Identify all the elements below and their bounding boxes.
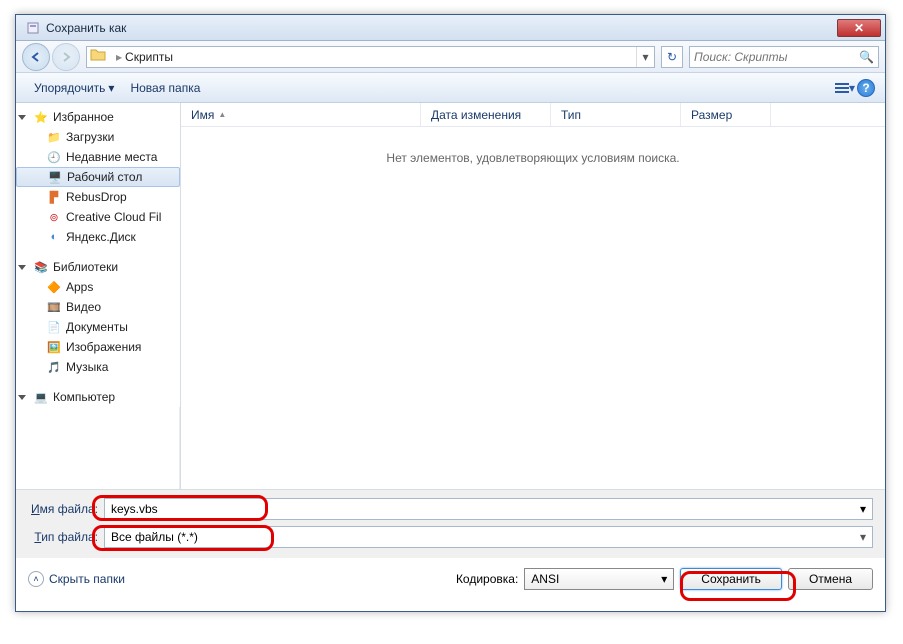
desktop-icon: 🖥️ (47, 169, 63, 185)
filename-label: Имя файла: (28, 502, 98, 516)
app-icon: ▛ (46, 189, 62, 205)
sidebar-item-recent[interactable]: 🕘Недавние места (16, 147, 180, 167)
new-folder-button[interactable]: Новая папка (122, 77, 208, 99)
filename-panel: Имя файла: keys.vbs▾ Тип файла: Все файл… (16, 489, 885, 558)
file-list-area: Имя▲ Дата изменения Тип Размер Нет элеме… (181, 103, 885, 489)
toolbar: Упорядочить▾ Новая папка ▾ ? (16, 73, 885, 103)
close-button[interactable]: ✕ (837, 19, 881, 37)
documents-icon: 📄 (46, 319, 62, 335)
cancel-button[interactable]: Отмена (788, 568, 873, 590)
sidebar-item-music[interactable]: 🎵Музыка (16, 357, 180, 377)
back-button[interactable] (22, 43, 50, 71)
chevron-right-icon: ▸ (113, 50, 125, 64)
titlebar[interactable]: Сохранить как ✕ (16, 15, 885, 41)
video-icon: 🎞️ (46, 299, 62, 315)
libraries-icon: 📚 (33, 259, 49, 275)
footer: ˄ Скрыть папки Кодировка: ANSI▾ Сохранит… (16, 558, 885, 600)
address-bar[interactable]: ▸ Скрипты ▾ (86, 46, 655, 68)
column-name[interactable]: Имя▲ (181, 103, 421, 126)
search-icon: 🔍 (859, 50, 874, 64)
chevron-up-icon: ˄ (28, 571, 44, 587)
sidebar-item-creativecloud[interactable]: ⊚Creative Cloud Fil (16, 207, 180, 227)
computer-group[interactable]: 💻Компьютер (16, 387, 180, 407)
navigation-pane: ⭐Избранное 📁Загрузки 🕘Недавние места 🖥️Р… (16, 103, 181, 489)
chevron-down-icon[interactable]: ▾ (860, 530, 866, 544)
help-button[interactable]: ? (857, 79, 875, 97)
sidebar-item-desktop[interactable]: 🖥️Рабочий стол (16, 167, 180, 187)
cloud-icon: ⊚ (46, 209, 62, 225)
app-icon (25, 20, 41, 36)
sidebar-item-videos[interactable]: 🎞️Видео (16, 297, 180, 317)
chevron-down-icon: ▾ (661, 572, 667, 586)
sort-asc-icon: ▲ (218, 110, 226, 119)
navigation-bar: ▸ Скрипты ▾ ↻ 🔍 (16, 41, 885, 73)
folder-icon: 📁 (46, 129, 62, 145)
apps-icon: 🔶 (46, 279, 62, 295)
view-options-button[interactable]: ▾ (833, 77, 857, 99)
sidebar-item-documents[interactable]: 📄Документы (16, 317, 180, 337)
disk-icon: ◐ (46, 229, 62, 245)
column-date[interactable]: Дата изменения (421, 103, 551, 126)
sidebar-item-yandexdisk[interactable]: ◐Яндекс.Диск (16, 227, 180, 247)
encoding-select[interactable]: ANSI▾ (524, 568, 674, 590)
save-as-dialog: Сохранить как ✕ ▸ Скрипты ▾ ↻ 🔍 Упорядоч… (15, 14, 886, 612)
search-box[interactable]: 🔍 (689, 46, 879, 68)
encoding-label: Кодировка: (456, 572, 518, 586)
column-headers: Имя▲ Дата изменения Тип Размер (181, 103, 885, 127)
forward-button[interactable] (52, 43, 80, 71)
save-button[interactable]: Сохранить (680, 568, 782, 590)
sidebar-item-pictures[interactable]: 🖼️Изображения (16, 337, 180, 357)
address-dropdown[interactable]: ▾ (636, 47, 654, 67)
sidebar-item-apps[interactable]: 🔶Apps (16, 277, 180, 297)
computer-icon: 💻 (33, 389, 49, 405)
pictures-icon: 🖼️ (46, 339, 62, 355)
sidebar-item-localdisk[interactable]: 💽Локальный диск (16, 407, 180, 489)
refresh-button[interactable]: ↻ (661, 46, 683, 68)
star-icon: ⭐ (33, 109, 49, 125)
breadcrumb-location: Скрипты (125, 50, 173, 64)
filename-input[interactable]: keys.vbs▾ (104, 498, 873, 520)
folder-icon (90, 47, 110, 67)
filetype-label: Тип файла: (28, 530, 98, 544)
search-input[interactable] (694, 50, 859, 64)
recent-icon: 🕘 (46, 149, 62, 165)
column-type[interactable]: Тип (551, 103, 681, 126)
organize-button[interactable]: Упорядочить▾ (26, 77, 122, 99)
libraries-group[interactable]: 📚Библиотеки (16, 257, 180, 277)
filetype-select[interactable]: Все файлы (*.*)▾ (104, 526, 873, 548)
window-title: Сохранить как (46, 21, 837, 35)
music-icon: 🎵 (46, 359, 62, 375)
favorites-group[interactable]: ⭐Избранное (16, 107, 180, 127)
chevron-down-icon: ▾ (108, 81, 114, 95)
column-size[interactable]: Размер (681, 103, 771, 126)
sidebar-item-downloads[interactable]: 📁Загрузки (16, 127, 180, 147)
chevron-down-icon[interactable]: ▾ (860, 502, 866, 516)
hide-folders-button[interactable]: ˄ Скрыть папки (28, 571, 125, 587)
empty-message: Нет элементов, удовлетворяющих условиям … (181, 127, 885, 165)
sidebar-item-rebusdrop[interactable]: ▛RebusDrop (16, 187, 180, 207)
